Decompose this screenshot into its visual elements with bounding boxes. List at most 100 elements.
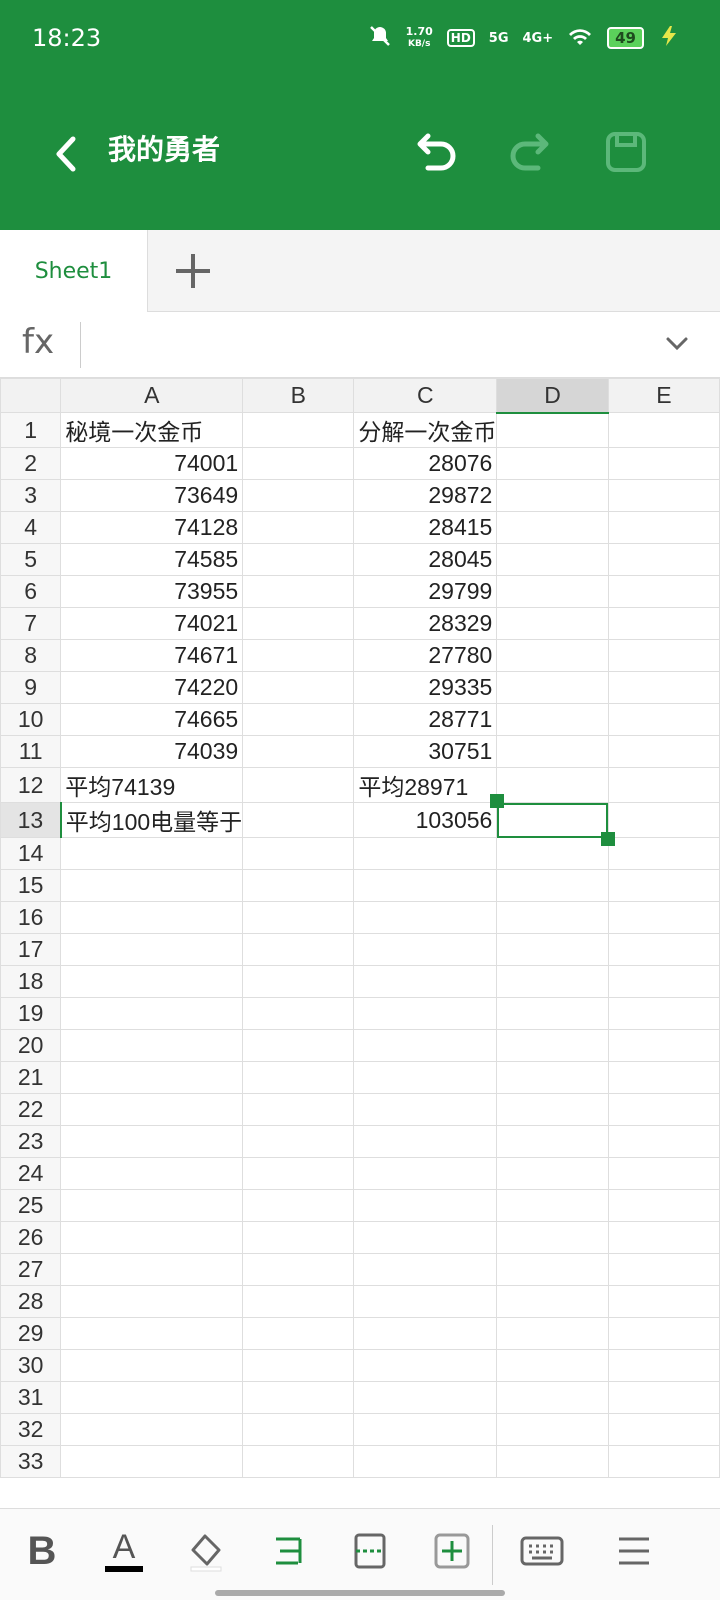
cell-b26[interactable] [242,1221,355,1254]
selection-handle-top[interactable] [490,794,505,808]
bold-button[interactable]: B [14,1523,70,1579]
chevron-down-icon[interactable] [664,330,690,360]
cell-e16[interactable] [607,901,720,934]
cell-c17[interactable] [353,933,498,966]
cell-d28[interactable] [496,1285,609,1318]
cell-a1[interactable]: 秘境一次金币 [60,412,244,448]
row-header-12[interactable]: 12 [0,767,62,803]
cell-b18[interactable] [242,965,355,998]
cell-c25[interactable] [353,1189,498,1222]
cell-d12[interactable] [496,767,609,803]
cell-b16[interactable] [242,901,355,934]
cell-b23[interactable] [242,1125,355,1158]
cell-c23[interactable] [353,1125,498,1158]
cell-c5[interactable]: 28045 [353,543,498,576]
wrap-text-button[interactable] [260,1523,316,1579]
cell-e14[interactable] [607,837,720,870]
cell-a4[interactable]: 74128 [60,511,244,544]
cell-c15[interactable] [353,869,498,902]
cell-d24[interactable] [496,1157,609,1190]
cell-a31[interactable] [60,1381,244,1414]
cell-b6[interactable] [242,575,355,608]
cell-e1[interactable] [607,412,720,448]
cell-c20[interactable] [353,1029,498,1062]
row-header-23[interactable]: 23 [0,1125,62,1158]
cell-c8[interactable]: 27780 [353,639,498,672]
row-header-15[interactable]: 15 [0,869,62,902]
tab-sheet1[interactable]: Sheet1 [0,230,148,312]
cell-e21[interactable] [607,1061,720,1094]
cell-a17[interactable] [60,933,244,966]
cell-a18[interactable] [60,965,244,998]
back-button[interactable] [40,124,90,184]
cell-d19[interactable] [496,997,609,1030]
save-button[interactable] [594,120,658,184]
cell-a13[interactable]: 平均100电量等于 [60,802,244,838]
row-header-7[interactable]: 7 [0,607,62,640]
row-header-27[interactable]: 27 [0,1253,62,1286]
cell-d27[interactable] [496,1253,609,1286]
cell-d29[interactable] [496,1317,609,1350]
row-header-2[interactable]: 2 [0,447,62,480]
row-header-11[interactable]: 11 [0,735,62,768]
row-header-24[interactable]: 24 [0,1157,62,1190]
cell-b13[interactable] [242,802,355,838]
cell-c27[interactable] [353,1253,498,1286]
cell-a21[interactable] [60,1061,244,1094]
cell-a22[interactable] [60,1093,244,1126]
cell-e20[interactable] [607,1029,720,1062]
add-sheet-button[interactable] [168,246,218,296]
row-header-9[interactable]: 9 [0,671,62,704]
font-color-button[interactable]: A [96,1523,152,1579]
cell-d3[interactable] [496,479,609,512]
cell-d9[interactable] [496,671,609,704]
cell-b25[interactable] [242,1189,355,1222]
cell-c7[interactable]: 28329 [353,607,498,640]
cell-e12[interactable] [607,767,720,803]
cell-e27[interactable] [607,1253,720,1286]
row-header-1[interactable]: 1 [0,412,62,448]
cell-a19[interactable] [60,997,244,1030]
cell-a20[interactable] [60,1029,244,1062]
cell-a6[interactable]: 73955 [60,575,244,608]
cell-e30[interactable] [607,1349,720,1382]
cell-b3[interactable] [242,479,355,512]
row-header-8[interactable]: 8 [0,639,62,672]
insert-cell-button[interactable] [424,1523,480,1579]
cell-a15[interactable] [60,869,244,902]
row-header-28[interactable]: 28 [0,1285,62,1318]
cell-a27[interactable] [60,1253,244,1286]
sheet-table[interactable]: ABCDE 1 秘境一次金币 分解一次金币 2 74001 28076 3 73649 2987… [0,378,720,1478]
row-header-32[interactable]: 32 [0,1413,62,1446]
cell-b17[interactable] [242,933,355,966]
cell-e32[interactable] [607,1413,720,1446]
cell-c9[interactable]: 29335 [353,671,498,704]
row-header-18[interactable]: 18 [0,965,62,998]
row-header-13[interactable]: 13 [0,802,62,838]
cell-b8[interactable] [242,639,355,672]
row-header-14[interactable]: 14 [0,837,62,870]
row-header-3[interactable]: 3 [0,479,62,512]
cell-d8[interactable] [496,639,609,672]
cell-d6[interactable] [496,575,609,608]
cell-c13[interactable]: 103056 [353,802,498,838]
cell-a29[interactable] [60,1317,244,1350]
row-header-26[interactable]: 26 [0,1221,62,1254]
spreadsheet-grid[interactable]: ABCDE 1 秘境一次金币 分解一次金币 2 74001 28076 3 73649 2987… [0,378,720,1508]
row-header-22[interactable]: 22 [0,1093,62,1126]
cell-b29[interactable] [242,1317,355,1350]
cell-b21[interactable] [242,1061,355,1094]
cell-c14[interactable] [353,837,498,870]
row-header-10[interactable]: 10 [0,703,62,736]
cell-c24[interactable] [353,1157,498,1190]
cell-b24[interactable] [242,1157,355,1190]
cell-e29[interactable] [607,1317,720,1350]
cell-a33[interactable] [60,1445,244,1478]
cell-c19[interactable] [353,997,498,1030]
cell-d21[interactable] [496,1061,609,1094]
cell-a25[interactable] [60,1189,244,1222]
cell-e15[interactable] [607,869,720,902]
cell-d20[interactable] [496,1029,609,1062]
cell-d11[interactable] [496,735,609,768]
undo-button[interactable] [404,120,468,184]
